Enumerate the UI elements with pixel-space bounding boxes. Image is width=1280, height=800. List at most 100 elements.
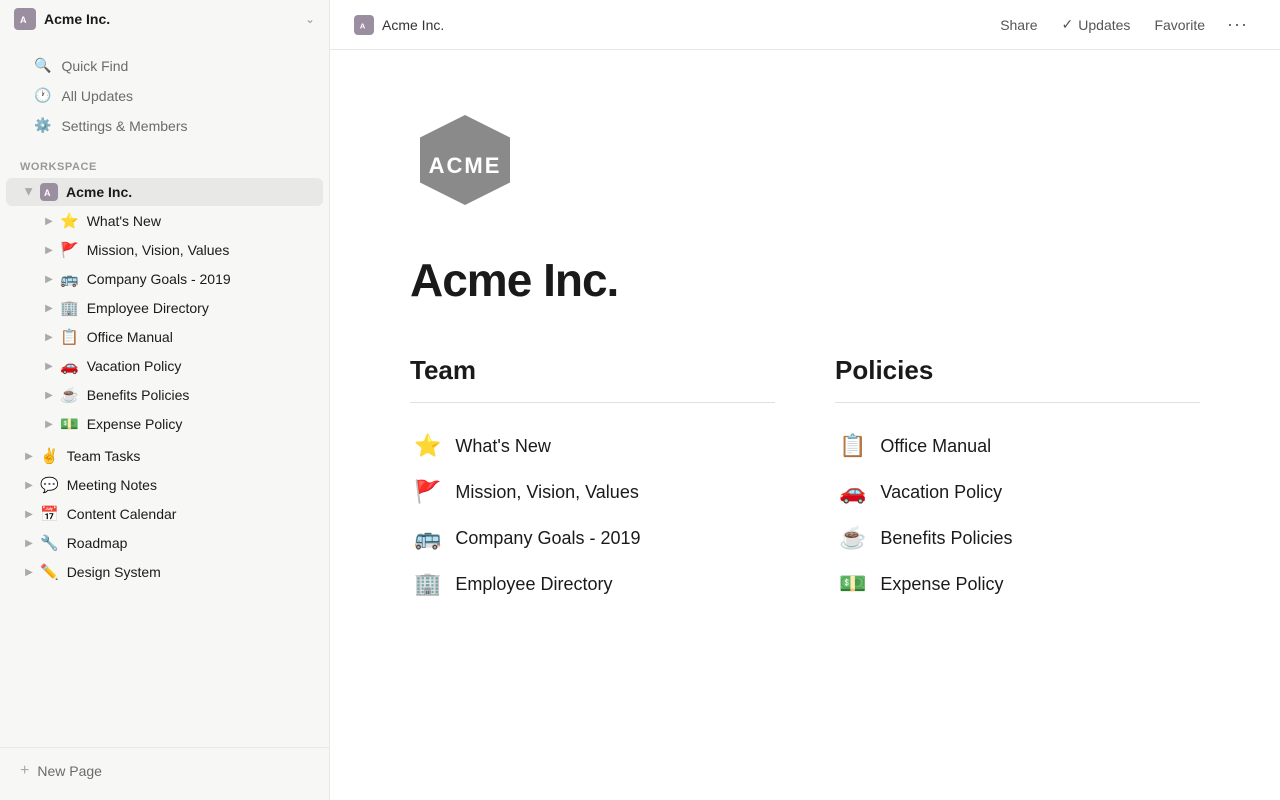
car-icon: 🚗 xyxy=(839,479,866,505)
sidebar-item-office-manual[interactable]: ▶ 📋 Office Manual xyxy=(6,323,323,351)
more-dots: ··· xyxy=(1227,14,1248,35)
main-content: A Acme Inc. Share ✓ Updates Favorite ··· xyxy=(330,0,1280,800)
acme-hexagon-svg: ACME xyxy=(410,110,520,220)
arrow-icon: ▶ xyxy=(40,386,58,404)
all-updates-item[interactable]: 🕐 All Updates xyxy=(20,81,309,110)
policy-vacation-label: Vacation Policy xyxy=(880,482,1002,503)
arrow-icon: ▶ xyxy=(20,534,38,552)
quick-find-label: Quick Find xyxy=(61,58,128,74)
gear-icon: ⚙️ xyxy=(34,117,51,134)
pencil-icon: ✏️ xyxy=(40,563,59,581)
clock-icon: 🕐 xyxy=(34,87,51,104)
search-icon: 🔍 xyxy=(34,57,51,74)
workspace-section-label: WORKSPACE xyxy=(0,149,329,177)
svg-text:A: A xyxy=(360,21,366,30)
team-item-employee-dir[interactable]: 🏢 Employee Directory xyxy=(410,561,775,607)
bus-icon: 🚌 xyxy=(60,270,79,288)
settings-item[interactable]: ⚙️ Settings & Members xyxy=(20,111,309,140)
flag-icon: 🚩 xyxy=(414,479,441,505)
sidebar-item-goals[interactable]: ▶ 🚌 Company Goals - 2019 xyxy=(6,265,323,293)
sidebar-item-mission[interactable]: ▶ 🚩 Mission, Vision, Values xyxy=(6,236,323,264)
team-item-goals[interactable]: 🚌 Company Goals - 2019 xyxy=(410,515,775,561)
workspace-logo: A xyxy=(14,8,36,30)
building-icon: 🏢 xyxy=(414,571,441,597)
sidebar-item-content-cal[interactable]: ▶ 📅 Content Calendar xyxy=(6,500,323,528)
policy-expense-label: Expense Policy xyxy=(880,574,1003,595)
arrow-icon: ▶ xyxy=(40,299,58,317)
office-manual-label: Office Manual xyxy=(87,329,173,345)
updates-button[interactable]: ✓ Updates xyxy=(1052,11,1141,38)
goals-label: Company Goals - 2019 xyxy=(87,271,231,287)
page-body: ACME Acme Inc. Team ⭐ What's New 🚩 Missi… xyxy=(330,50,1280,800)
quick-find-item[interactable]: 🔍 Quick Find xyxy=(20,51,309,80)
policy-benefits-label: Benefits Policies xyxy=(880,528,1012,549)
workspace-header[interactable]: A Acme Inc. ⌄ xyxy=(0,0,329,38)
sidebar-item-whats-new[interactable]: ▶ ⭐ What's New xyxy=(6,207,323,235)
peace-icon: ✌ xyxy=(40,447,59,465)
arrow-icon: ▶ xyxy=(20,476,38,494)
sidebar-item-vacation[interactable]: ▶ 🚗 Vacation Policy xyxy=(6,352,323,380)
policy-item-vacation[interactable]: 🚗 Vacation Policy xyxy=(835,469,1200,515)
all-updates-label: All Updates xyxy=(61,88,133,104)
acme-logo-small: A xyxy=(40,183,58,201)
sidebar-item-team-tasks[interactable]: ▶ ✌ Team Tasks xyxy=(6,442,323,470)
favorite-button[interactable]: Favorite xyxy=(1144,12,1215,38)
money-icon: 💵 xyxy=(60,415,79,433)
vacation-label: Vacation Policy xyxy=(87,358,182,374)
arrow-icon: ▶ xyxy=(40,328,58,346)
star-icon: ⭐ xyxy=(60,212,79,230)
topbar: A Acme Inc. Share ✓ Updates Favorite ··· xyxy=(330,0,1280,50)
sidebar-item-expense[interactable]: ▶ 💵 Expense Policy xyxy=(6,410,323,438)
design-system-label: Design System xyxy=(67,564,161,580)
plus-icon: + xyxy=(20,762,29,780)
svg-text:A: A xyxy=(20,15,27,25)
arrow-icon: ▶ xyxy=(40,415,58,433)
policy-item-expense[interactable]: 💵 Expense Policy xyxy=(835,561,1200,607)
new-page-button[interactable]: + New Page xyxy=(14,756,315,786)
arrow-icon: ▶ xyxy=(20,563,38,581)
sidebar-root-label: Acme Inc. xyxy=(66,184,132,200)
money-icon: 💵 xyxy=(839,571,866,597)
wrench-icon: 🔧 xyxy=(40,534,59,552)
whats-new-label: What's New xyxy=(87,213,161,229)
team-item-mission[interactable]: 🚩 Mission, Vision, Values xyxy=(410,469,775,515)
expense-label: Expense Policy xyxy=(87,416,183,432)
arrow-icon: ▶ xyxy=(40,241,58,259)
topbar-actions: Share ✓ Updates Favorite ··· xyxy=(990,9,1256,40)
benefits-label: Benefits Policies xyxy=(87,387,190,403)
team-divider xyxy=(410,402,775,403)
sidebar-item-roadmap[interactable]: ▶ 🔧 Roadmap xyxy=(6,529,323,557)
coffee-icon: ☕ xyxy=(60,386,79,404)
policies-column: Policies 📋 Office Manual 🚗 Vacation Poli… xyxy=(835,355,1200,607)
team-tasks-label: Team Tasks xyxy=(67,448,141,464)
team-mission-label: Mission, Vision, Values xyxy=(455,482,638,503)
policy-item-benefits[interactable]: ☕ Benefits Policies xyxy=(835,515,1200,561)
content-cal-label: Content Calendar xyxy=(67,506,177,522)
building-icon: 🏢 xyxy=(60,299,79,317)
favorite-label: Favorite xyxy=(1154,17,1205,33)
team-item-whats-new[interactable]: ⭐ What's New xyxy=(410,423,775,469)
sidebar-item-design-system[interactable]: ▶ ✏️ Design System xyxy=(6,558,323,586)
arrow-icon: ▶ xyxy=(40,212,58,230)
share-button[interactable]: Share xyxy=(990,12,1047,38)
workspace-name: Acme Inc. xyxy=(44,11,305,27)
share-label: Share xyxy=(1000,17,1037,33)
check-icon: ✓ xyxy=(1062,16,1074,33)
arrow-icon: ▶ xyxy=(40,270,58,288)
sidebar-item-meeting-notes[interactable]: ▶ 💬 Meeting Notes xyxy=(6,471,323,499)
sidebar-item-benefits[interactable]: ▶ ☕ Benefits Policies xyxy=(6,381,323,409)
topbar-logo: A xyxy=(354,15,374,35)
team-whats-new-label: What's New xyxy=(455,436,550,457)
arrow-icon: ▶ xyxy=(20,183,38,201)
sidebar-item-acme-root[interactable]: ▶ A Acme Inc. xyxy=(6,178,323,206)
page-logo: ACME xyxy=(410,110,1200,225)
sidebar-tree: ▶ A Acme Inc. ▶ ⭐ What's New ▶ 🚩 Mission… xyxy=(0,177,329,747)
bus-icon: 🚌 xyxy=(414,525,441,551)
speech-icon: 💬 xyxy=(40,476,59,494)
clipboard-icon: 📋 xyxy=(839,433,866,459)
sidebar-item-employee-dir[interactable]: ▶ 🏢 Employee Directory xyxy=(6,294,323,322)
policies-divider xyxy=(835,402,1200,403)
policy-item-office-manual[interactable]: 📋 Office Manual xyxy=(835,423,1200,469)
more-button[interactable]: ··· xyxy=(1219,9,1256,40)
settings-label: Settings & Members xyxy=(61,118,187,134)
